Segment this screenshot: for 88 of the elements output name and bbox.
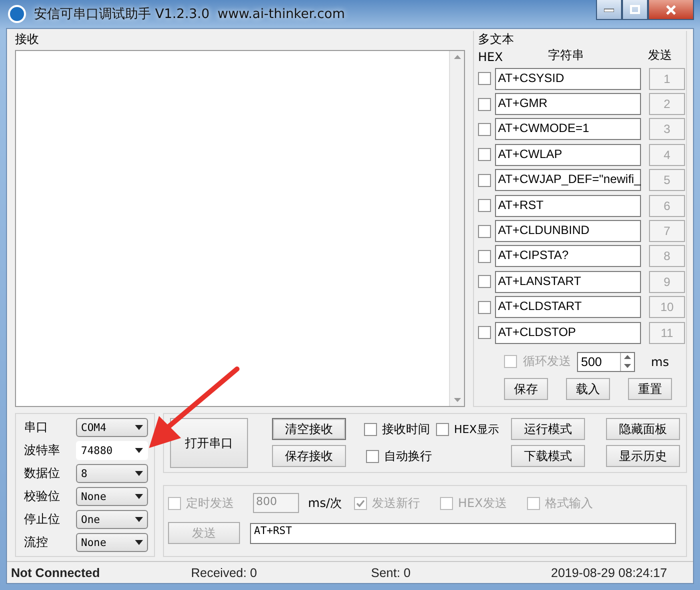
command-field[interactable]: AT+CLDSTART [495,296,641,318]
dropdown[interactable]: 8 [76,464,148,483]
scroll-up-icon[interactable] [454,55,460,59]
unit-label: ms/次 [308,494,342,512]
clear-receive-button[interactable]: 清空接收 [272,418,346,440]
dropdown[interactable]: One [76,510,148,529]
checkbox[interactable] [478,300,491,314]
option-label: 自动换行 [384,448,432,464]
scroll-down-icon[interactable] [454,398,460,402]
sent-count: Sent: 0 [371,566,412,580]
window-title: 安信可串口调试助手 V1.2.3.0 [34,6,210,23]
checkbox[interactable] [478,148,491,162]
multi-text-button[interactable]: 载入 [566,378,610,400]
checkbox[interactable] [478,275,491,288]
timed-send-label: 定时发送 [186,494,234,512]
spin-up-icon[interactable] [624,355,631,360]
command-field[interactable]: AT+CWJAP_DEF="newifi_ [495,169,641,192]
checkbox[interactable] [478,174,491,187]
checkbox[interactable] [436,422,449,436]
close-icon [666,4,676,14]
multi-text-button[interactable]: 保存 [504,378,548,400]
command-field[interactable]: AT+CSYSID [495,68,641,90]
setting-label: 波特率 [24,442,60,459]
send-option-label: 格式输入 [544,494,593,512]
checkbox[interactable] [478,199,491,212]
maximize-button[interactable] [622,0,648,20]
command-field[interactable]: AT+GMR [495,93,641,116]
spin-down-icon[interactable] [624,364,631,368]
checkbox[interactable] [478,224,491,238]
checkbox[interactable] [478,326,491,340]
unit-label: ms [651,354,669,369]
command-field[interactable]: AT+CWMODE=1 [495,118,641,140]
send-option-label: HEX发送 [458,494,507,512]
dropdown[interactable]: None [76,487,148,506]
multi-text-button[interactable]: 重置 [628,378,672,400]
connection-status: Not Connected [11,566,101,580]
combo-box[interactable]: 74880 [76,441,148,460]
received-count: Received: 0 [191,566,258,580]
checkbox[interactable] [478,250,491,263]
checkbox[interactable] [478,122,491,136]
scrollbar[interactable] [449,51,464,406]
app-logo-icon [8,5,26,23]
command-field[interactable]: AT+CLDUNBIND [495,220,641,242]
dropdown[interactable]: COM4 [76,418,148,437]
close-button[interactable] [648,0,694,20]
column-header: HEX [478,50,504,64]
column-header: 发送 [648,47,672,64]
interval-spinbox[interactable]: 500 [577,352,635,372]
checkbox[interactable] [478,98,491,111]
dropdown-caret-icon [135,540,143,545]
group-title: 多文本 [478,31,515,48]
timestamp: 2019-08-29 08:24:17 [551,566,668,580]
checkbox[interactable] [504,355,517,368]
setting-label: 数据位 [24,465,60,482]
loop-send-label: 循环发送 [523,353,571,370]
dropdown-caret-icon [135,517,143,522]
minimize-button[interactable] [596,0,622,20]
setting-label: 停止位 [24,511,60,528]
setting-label: 校验位 [24,488,60,505]
command-field[interactable]: AT+RST [495,194,641,217]
open-port-button[interactable]: 打开串口 [170,418,248,468]
send-option-label: 发送新行 [372,494,420,512]
panel-button[interactable]: 隐藏面板 [606,418,680,440]
option-label: 接收时间 [382,420,430,438]
command-field[interactable]: AT+LANSTART [495,270,641,293]
command-field[interactable]: AT+CLDSTOP [495,322,641,344]
website-url: www.ai-thinker.com [218,6,345,22]
dropdown-caret-icon [135,425,143,430]
checkbox[interactable] [478,72,491,86]
checkbox[interactable] [366,450,379,462]
minimize-icon [604,8,614,12]
mode-button[interactable]: 下载模式 [510,445,585,467]
command-field[interactable]: AT+CIPSTA? [495,245,641,268]
setting-label: 流控 [24,534,48,551]
option-label: HEX显示 [454,422,499,436]
dropdown-caret-icon [135,494,143,499]
mode-button[interactable]: 运行模式 [510,418,585,440]
receive-label: 接收 [15,31,40,48]
dropdown-caret-icon [135,471,143,476]
dropdown-caret-icon [135,448,143,453]
column-header: 字符串 [548,47,585,64]
save-receive-button[interactable]: 保存接收 [272,445,346,467]
checkbox[interactable] [364,422,377,436]
panel-button[interactable]: 显示历史 [606,445,680,467]
dropdown[interactable]: None [76,533,148,552]
maximize-icon [630,5,640,14]
setting-label: 串口 [24,419,48,436]
command-field[interactable]: AT+CWLAP [495,144,641,166]
